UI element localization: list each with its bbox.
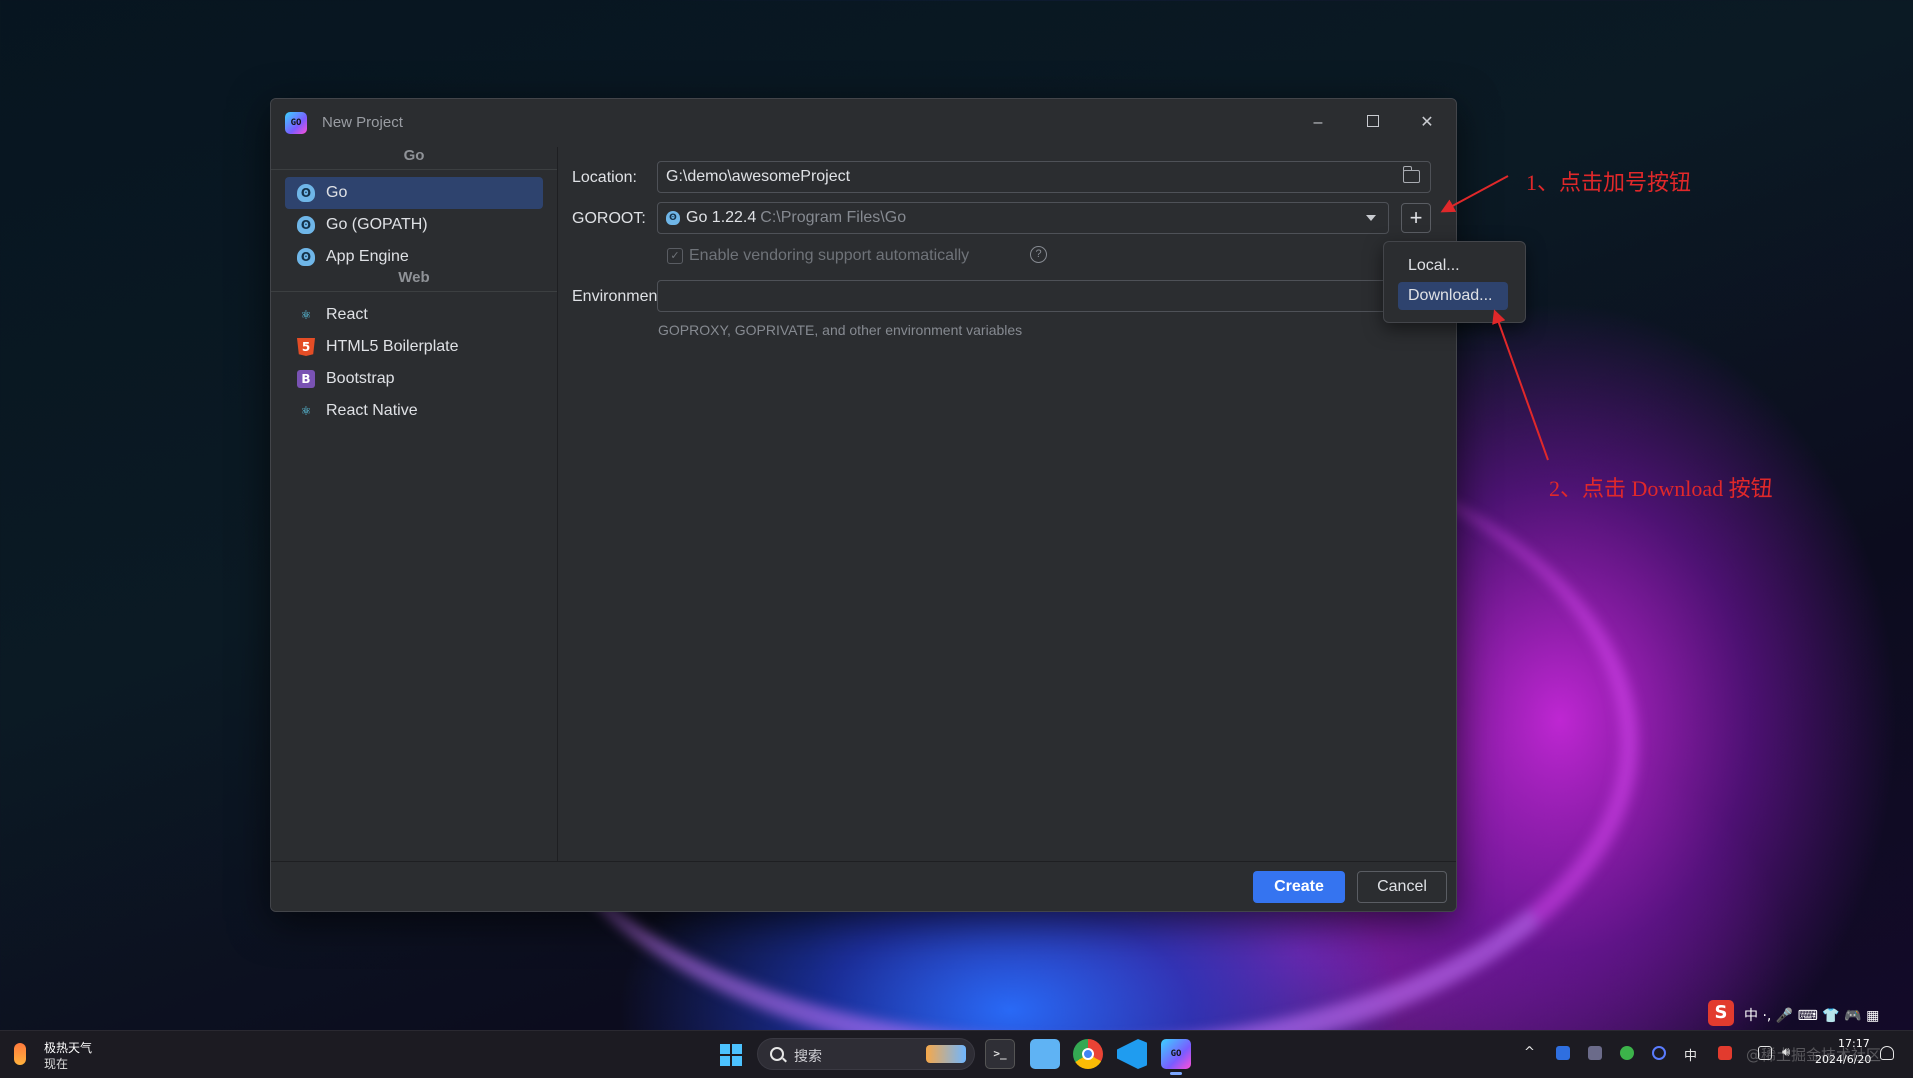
search-placeholder: 搜索 <box>794 1049 822 1065</box>
react-icon: ⚛ <box>300 308 312 322</box>
location-field[interactable]: G:\demo\awesomeProject <box>657 161 1431 193</box>
sidebar-item-label: Bootstrap <box>326 370 395 387</box>
goroot-version: Go 1.22.4 <box>686 209 757 226</box>
gopher-icon: ʘ <box>297 184 315 202</box>
sogou-tray-icon[interactable] <box>1718 1046 1732 1060</box>
sidebar-item-label: App Engine <box>326 248 409 265</box>
close-button[interactable]: ✕ <box>1413 109 1441 137</box>
sidebar-item-go-gopath[interactable]: ʘ Go (GOPATH) <box>285 209 543 241</box>
ime-toolbar: S 中 ·, 🎤 ⌨ 👕 🎮 ▦ <box>1708 1000 1913 1030</box>
annotation-step1: 1、点击加号按钮 <box>1526 170 1692 195</box>
add-sdk-button[interactable]: + <box>1401 203 1431 233</box>
goroot-path: C:\Program Files\Go <box>760 209 907 226</box>
chevron-down-icon <box>1366 215 1376 221</box>
bootstrap-icon: B <box>297 370 315 388</box>
search-icon <box>770 1047 784 1061</box>
sidebar-item-label: HTML5 Boilerplate <box>326 338 459 355</box>
create-button[interactable]: Create <box>1253 871 1345 903</box>
windows-start-icon[interactable] <box>720 1044 742 1066</box>
dialog-titlebar: GO New Project – ✕ <box>271 99 1456 147</box>
new-project-dialog: GO New Project – ✕ Go ʘ Go ʘ Go (GOPATH)… <box>270 98 1457 912</box>
cancel-button[interactable]: Cancel <box>1357 871 1447 903</box>
ime-controls[interactable]: 中 ·, 🎤 ⌨ 👕 🎮 ▦ <box>1744 1005 1879 1025</box>
goroot-label: GOROOT: <box>572 210 646 227</box>
sidebar-item-react-native[interactable]: ⚛ React Native <box>285 395 543 427</box>
goland-taskbar-icon[interactable]: GO <box>1161 1039 1191 1075</box>
app-engine-icon: ʘ <box>297 248 315 266</box>
dialog-title: New Project <box>322 114 403 131</box>
environment-label: Environment: <box>572 288 667 305</box>
folder-icon[interactable] <box>1402 166 1420 183</box>
chrome-icon[interactable] <box>1073 1039 1103 1069</box>
sidebar-item-go[interactable]: ʘ Go <box>285 177 543 209</box>
gopher-icon: ʘ <box>666 211 680 225</box>
sidebar-item-react[interactable]: ⚛ React <box>285 299 543 331</box>
sidebar-item-label: React <box>326 306 368 323</box>
sidebar-item-label: Go (GOPATH) <box>326 216 428 233</box>
wechat-icon[interactable] <box>1620 1046 1634 1060</box>
sidebar-item-label: Go <box>326 184 348 201</box>
notification-bell-icon[interactable] <box>1880 1046 1894 1060</box>
taskbar-search[interactable]: 搜索 <box>757 1038 975 1070</box>
tray-game-icon[interactable] <box>1588 1046 1602 1060</box>
help-icon[interactable]: ? <box>1030 246 1047 263</box>
location-label: Location: <box>572 169 637 186</box>
menu-item-local[interactable]: Local... <box>1398 252 1508 280</box>
tray-circle-icon[interactable] <box>1652 1046 1666 1060</box>
menu-item-download[interactable]: Download... <box>1398 282 1508 310</box>
goland-app-icon: GO <box>285 112 307 134</box>
maximize-icon <box>1367 115 1379 127</box>
sidebar-group-web: Web <box>271 269 557 293</box>
dialog-footer: Create Cancel <box>271 861 1456 911</box>
goroot-select[interactable]: ʘ Go 1.22.4 C:\Program Files\Go <box>657 202 1389 234</box>
environment-field[interactable] <box>657 280 1431 312</box>
arrow-to-download-item <box>1492 309 1549 461</box>
sidebar-item-label: React Native <box>326 402 418 419</box>
vendoring-label: Enable vendoring support automatically <box>689 247 970 264</box>
sidebar-group-go: Go <box>271 147 557 171</box>
add-sdk-popup-menu: Local... Download... <box>1383 241 1526 323</box>
project-type-sidebar: Go ʘ Go ʘ Go (GOPATH) ʘ App Engine Web ⚛… <box>271 147 558 861</box>
vscode-icon[interactable] <box>1117 1039 1147 1069</box>
annotation-step2: 2、点击 Download 按钮 <box>1549 476 1773 501</box>
maximize-button[interactable] <box>1359 109 1387 137</box>
tray-language[interactable]: 中 <box>1684 1045 1697 1064</box>
environment-hint: GOPROXY, GOPRIVATE, and other environmen… <box>658 322 1023 338</box>
notepad-icon[interactable] <box>1030 1039 1060 1069</box>
tray-chevron-icon[interactable]: ^ <box>1524 1045 1535 1060</box>
html5-icon: 5 <box>297 338 315 356</box>
sidebar-item-html5-boilerplate[interactable]: 5 HTML5 Boilerplate <box>285 331 543 363</box>
location-value: G:\demo\awesomeProject <box>666 168 851 185</box>
taskbar: 极热天气 现在 搜索 >_ GO ^ 中 🔊︎ 17:17 2024/6/20 <box>0 1030 1913 1078</box>
react-icon: ⚛ <box>300 404 312 418</box>
minimize-button[interactable]: – <box>1304 109 1332 137</box>
gopher-icon: ʘ <box>297 216 315 234</box>
project-settings-panel: Location: G:\demo\awesomeProject GOROOT:… <box>558 147 1456 861</box>
vendoring-checkbox[interactable]: ✓ <box>667 248 683 264</box>
tray-app-icon[interactable] <box>1556 1046 1570 1060</box>
sogou-ime-icon[interactable]: S <box>1708 1000 1734 1026</box>
watermark: @稀土掘金技术社区 <box>1746 1046 1882 1064</box>
thermometer-icon[interactable] <box>14 1043 26 1065</box>
weather-title[interactable]: 极热天气 <box>44 1039 92 1056</box>
search-highlight-image <box>926 1045 966 1063</box>
weather-subtitle: 现在 <box>44 1057 69 1071</box>
terminal-icon[interactable]: >_ <box>985 1039 1015 1069</box>
sidebar-item-bootstrap[interactable]: B Bootstrap <box>285 363 543 395</box>
